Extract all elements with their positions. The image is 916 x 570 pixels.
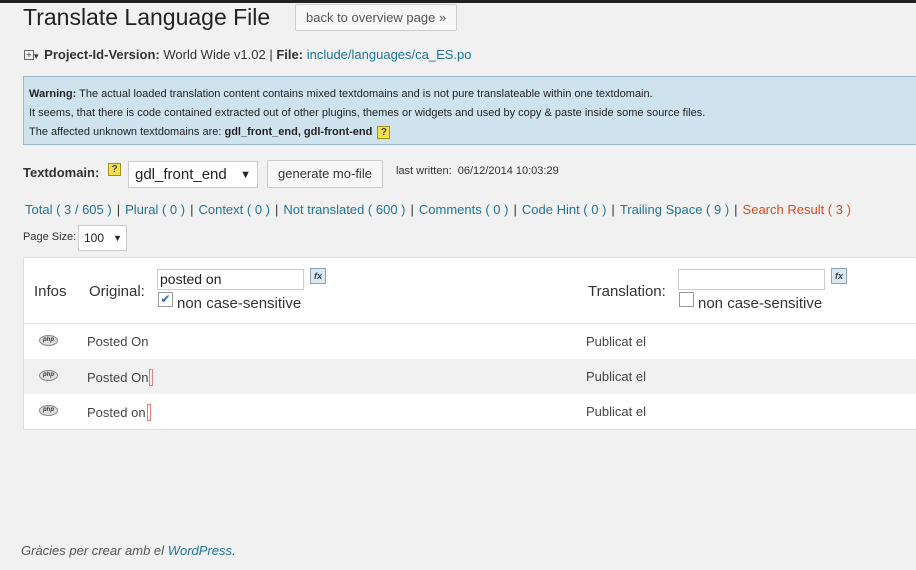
meta-separator: | (269, 47, 273, 62)
fx-icon[interactable]: fx (831, 268, 847, 284)
original-text: Posted On (87, 370, 149, 385)
checkmark-icon: ✔ (160, 292, 171, 306)
filter-trailing-space[interactable]: Trailing Space ( 9 ) (620, 202, 729, 217)
filter-code-hint[interactable]: Code Hint ( 0 ) (522, 202, 607, 217)
warning-line-3: The affected unknown textdomains are: (29, 126, 222, 138)
back-to-overview-button[interactable]: back to overview page » (295, 4, 458, 31)
filter-comments[interactable]: Comments ( 0 ) (419, 202, 509, 217)
file-label: File: (276, 47, 304, 62)
project-value: World Wide v1.02 (163, 47, 266, 62)
page-size-value: 100 (84, 231, 105, 245)
last-written-label: last written: (396, 165, 452, 177)
original-case-label: non case-sensitive (177, 295, 302, 312)
page-title: Translate Language File (23, 4, 271, 30)
warning-box: Warning: The actual loaded translation c… (23, 76, 916, 145)
translation-table: Infos Original: posted on fx ✔ non case-… (23, 257, 916, 430)
php-icon: php (39, 405, 58, 416)
original-text: Posted on (87, 405, 146, 420)
translation-case-checkbox[interactable] (679, 292, 694, 307)
filter-context[interactable]: Context ( 0 ) (198, 202, 270, 217)
page-size-select[interactable]: 100 ▼ (78, 225, 127, 251)
dropdown-caret-icon: ▼ (113, 233, 122, 243)
textdomain-label: Textdomain: (23, 165, 100, 180)
translation-search-input[interactable] (678, 269, 825, 290)
footer: Gràcies per crear amb el WordPress. (21, 543, 236, 558)
filter-not-translated[interactable]: Not translated ( 600 ) (283, 202, 405, 217)
down-arrow-icon[interactable]: ▾ (34, 51, 39, 61)
expand-icon[interactable]: + (24, 50, 34, 60)
filter-total[interactable]: Total ( 3 / 605 ) (25, 202, 112, 217)
original-text: Posted On (87, 334, 149, 349)
page-size-label: Page Size: (23, 231, 77, 243)
php-icon: php (39, 370, 58, 381)
php-icon: php (39, 335, 58, 346)
original-search-input[interactable]: posted on (157, 269, 304, 290)
table-row[interactable]: php Posted On Publicat el (24, 324, 916, 359)
translation-case-label: non case-sensitive (698, 295, 823, 312)
col-original: Original: (89, 283, 145, 300)
admin-top-bar (0, 0, 916, 3)
row-translation: Publicat el (586, 404, 646, 419)
generate-mo-file-button[interactable]: generate mo-file (267, 160, 383, 188)
table-row[interactable]: php Posted on Publicat el (24, 394, 916, 429)
last-written: last written: 06/12/2014 10:03:29 (396, 165, 559, 177)
file-path-link[interactable]: include/languages/ca_ES.po (307, 47, 472, 62)
row-original: Posted On (87, 369, 154, 386)
project-label: Project-Id-Version: (44, 47, 160, 62)
wordpress-link[interactable]: WordPress (168, 543, 232, 558)
row-original: Posted on (87, 404, 151, 421)
dropdown-caret-icon: ▼ (240, 169, 251, 181)
textdomain-row: Textdomain: ? gdl_front_end ▼ generate m… (23, 159, 903, 188)
filter-search-result[interactable]: Search Result ( 3 ) (743, 202, 851, 217)
affected-domains: gdl_front_end, gdl-front-end (224, 126, 373, 138)
fx-icon[interactable]: fx (310, 268, 326, 284)
original-case-checkbox[interactable]: ✔ (158, 292, 173, 307)
file-meta-line: + ▾ Project-Id-Version: World Wide v1.02 … (24, 47, 472, 62)
col-translation: Translation: (588, 283, 666, 300)
textdomain-selected: gdl_front_end (135, 166, 227, 183)
warning-line-1: The actual loaded translation content co… (79, 88, 653, 100)
table-header: Infos Original: posted on fx ✔ non case-… (24, 258, 916, 324)
help-icon[interactable]: ? (377, 126, 391, 139)
trailing-space-marker (149, 369, 154, 386)
textdomain-help-icon[interactable]: ? (108, 163, 121, 176)
footer-text: Gràcies per crear amb el (21, 543, 165, 558)
last-written-value: 06/12/2014 10:03:29 (457, 165, 559, 177)
warning-line-2: It seems, that there is code contained e… (29, 107, 706, 119)
warning-label: Warning: (29, 88, 77, 100)
row-original: Posted On (87, 334, 148, 349)
row-translation: Publicat el (586, 369, 646, 384)
col-infos: Infos (34, 283, 67, 300)
textdomain-select[interactable]: gdl_front_end ▼ (128, 161, 258, 188)
trailing-space-marker (146, 404, 151, 421)
filter-plural[interactable]: Plural ( 0 ) (125, 202, 185, 217)
table-row[interactable]: php Posted On Publicat el (24, 359, 916, 394)
filter-links: Total ( 3 / 605 ) | Plural ( 0 ) | Context (… (25, 202, 851, 217)
row-translation: Publicat el (586, 334, 646, 349)
